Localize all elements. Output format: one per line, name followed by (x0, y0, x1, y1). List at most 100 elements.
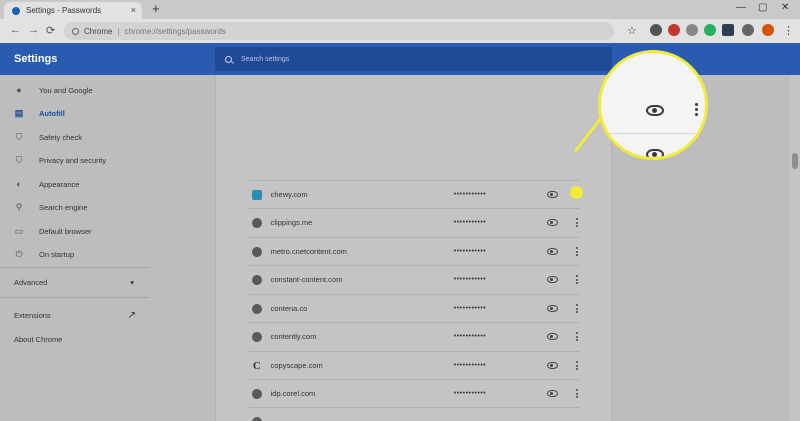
show-password-eye-icon[interactable] (546, 390, 559, 397)
search-settings-input[interactable]: Search settings (215, 47, 612, 71)
bookmark-star-icon[interactable]: ☆ (627, 24, 637, 37)
site-name: copyscape.com (270, 361, 323, 370)
sidebar-item-autofill[interactable]: ▤ Autofill (0, 103, 150, 123)
sidebar-item-label: About Chrome (14, 334, 63, 344)
chevron-down-icon: ▾ (130, 277, 134, 287)
reload-button[interactable]: ⟳ (46, 24, 55, 37)
tab-close-icon[interactable]: × (131, 5, 136, 15)
tab-title: Settings - Passwords (26, 6, 102, 15)
privacy-shield-icon: ⛉ (15, 154, 23, 165)
site-name: clippings.me (270, 218, 313, 227)
sidebar-item-default-browser[interactable]: ▭ Default browser (0, 221, 150, 241)
more-actions-icon[interactable] (575, 332, 579, 341)
maximize-button[interactable]: ▢ (758, 2, 767, 13)
sidebar-item-label: You and Google (39, 85, 93, 95)
more-actions-icon[interactable] (575, 389, 579, 398)
password-row[interactable]: metro.cnetcontent.com ••••••••••• (249, 237, 579, 265)
callout-pointer-dot (570, 186, 583, 199)
settings-title: Settings (14, 53, 58, 65)
site-name: idp.corel.com (270, 389, 316, 398)
magnified-more-actions-icon (695, 103, 698, 116)
site-info-icon[interactable] (72, 27, 79, 35)
more-actions-icon[interactable] (575, 247, 579, 256)
shield-icon: ⛉ (15, 131, 23, 142)
password-row[interactable]: constant-content.com ••••••••••• (249, 265, 579, 293)
scrollbar-thumb[interactable] (792, 153, 798, 169)
back-button[interactable]: ← (10, 24, 21, 36)
forward-button[interactable]: → (28, 24, 39, 36)
password-row[interactable]: chewy.com ••••••••••• (249, 180, 579, 208)
show-password-eye-icon[interactable] (546, 248, 559, 255)
search-icon: ⚲ (15, 201, 23, 212)
show-password-eye-icon[interactable] (546, 219, 559, 226)
sidebar-item-privacy-and-security[interactable]: ⛉ Privacy and security (0, 150, 150, 170)
extension-icon-1[interactable] (650, 24, 662, 36)
password-mask: ••••••••••• (453, 333, 487, 340)
callout-magnifier (598, 50, 708, 160)
password-row[interactable] (249, 407, 579, 421)
site-name: contently.com (270, 332, 317, 341)
password-row[interactable]: C copyscape.com ••••••••••• (249, 351, 579, 379)
minimize-button[interactable]: — (736, 2, 746, 13)
sidebar-item-safety-check[interactable]: ⛉ Safety check (0, 127, 150, 147)
sidebar-item-label: Safety check (39, 132, 82, 142)
password-mask: ••••••••••• (453, 248, 487, 255)
sidebar-item-label: Autofill (39, 108, 65, 118)
site-name: metro.cnetcontent.com (270, 247, 347, 256)
search-placeholder: Search settings (241, 55, 290, 63)
palette-icon: ◐ (16, 179, 22, 189)
sidebar-item-advanced[interactable]: Advanced ▾ (0, 272, 150, 292)
sidebar-item-label: On startup (39, 249, 75, 259)
sidebar-item-label: Appearance (39, 179, 80, 189)
profile-avatar[interactable] (762, 24, 774, 36)
globe-icon (252, 416, 262, 421)
extension-icon-2[interactable] (668, 24, 680, 36)
tab-settings-passwords[interactable]: Settings - Passwords × (4, 2, 142, 19)
extensions-puzzle-icon[interactable] (742, 24, 754, 36)
show-password-eye-icon[interactable] (546, 191, 559, 198)
address-bar[interactable]: Chrome | chrome://settings/passwords (64, 22, 614, 40)
sidebar-item-about-chrome[interactable]: About Chrome (0, 329, 150, 349)
close-window-button[interactable]: ✕ (781, 2, 789, 13)
clipboard-icon: ▤ (14, 107, 24, 118)
extension-new-icon[interactable] (722, 24, 734, 36)
sidebar-item-appearance[interactable]: ◐ Appearance (0, 174, 150, 194)
password-mask: ••••••••••• (453, 191, 487, 198)
grammarly-icon[interactable] (704, 24, 716, 36)
password-row[interactable]: contently.com ••••••••••• (249, 322, 579, 350)
show-password-eye-icon[interactable] (546, 276, 559, 283)
globe-icon (252, 217, 262, 228)
sidebar-item-label: Extensions (14, 310, 51, 320)
sidebar-item-label: Privacy and security (39, 155, 107, 165)
magnifier-row-divider (601, 133, 705, 134)
globe-icon (252, 274, 262, 285)
show-password-eye-icon[interactable] (546, 333, 559, 340)
tab-strip: Settings - Passwords × + — ▢ ✕ (0, 0, 800, 19)
password-row[interactable]: idp.corel.com ••••••••••• (249, 379, 579, 407)
globe-icon (252, 388, 262, 399)
url-path: chrome://settings/passwords (124, 26, 226, 36)
magnified-eye-icon (646, 105, 664, 116)
password-row[interactable]: contena.co ••••••••••• (249, 294, 579, 322)
sidebar-item-on-startup[interactable]: ⏻ On startup (0, 244, 150, 264)
sidebar-item-search-engine[interactable]: ⚲ Search engine (0, 197, 150, 217)
new-tab-button[interactable]: + (152, 1, 160, 16)
menu-kebab-icon[interactable]: ⋮ (783, 24, 794, 37)
sidebar-item-label: Default browser (39, 226, 92, 236)
more-actions-icon[interactable] (575, 275, 579, 284)
more-actions-icon[interactable] (575, 361, 579, 370)
password-row[interactable]: clippings.me ••••••••••• (249, 208, 579, 236)
magnified-eye-icon (646, 149, 664, 157)
more-actions-icon[interactable] (575, 304, 579, 313)
show-password-eye-icon[interactable] (546, 362, 559, 369)
extension-icon-3[interactable] (686, 24, 698, 36)
page-scrollbar[interactable] (790, 75, 800, 421)
more-actions-icon[interactable] (575, 218, 579, 227)
sidebar-item-you-and-google[interactable]: ● You and Google (0, 80, 150, 100)
sidebar-item-extensions[interactable]: Extensions ↗ (0, 305, 150, 325)
globe-icon (252, 246, 262, 257)
site-name: contena.co (270, 304, 308, 313)
sidebar-item-label: Advanced (14, 277, 48, 287)
show-password-eye-icon[interactable] (546, 305, 559, 312)
site-name: chewy.com (270, 190, 308, 199)
